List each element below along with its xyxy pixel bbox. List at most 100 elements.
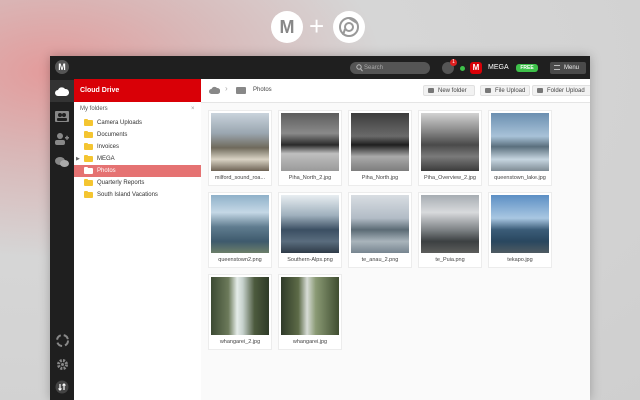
folder-label: Photos [97, 168, 116, 174]
cloud-icon[interactable] [50, 80, 74, 102]
folder-icon [84, 119, 93, 126]
new-folder-label: New folder [438, 88, 467, 94]
breadcrumb-current[interactable]: Photos [253, 79, 272, 102]
file-name: Piha_North.jpg [361, 175, 399, 181]
plan-badge[interactable]: FREE [516, 64, 538, 72]
folder-icon [84, 155, 93, 162]
sidebar-folder-item[interactable]: Quarterly Reports [74, 177, 201, 189]
file-name: Piha_North_2.jpg [288, 175, 332, 181]
search-placeholder: Search [364, 65, 384, 71]
mega-rail-logo[interactable]: M [55, 60, 69, 74]
file-browser: › Photos New folder File Upload Folder U… [201, 79, 590, 400]
new-folder-button[interactable]: New folder [423, 85, 475, 96]
file-tile[interactable]: queenstown2.png [208, 192, 272, 268]
account-avatar[interactable]: M [470, 62, 482, 74]
folder-icon [236, 87, 246, 94]
file-tile[interactable]: milford_sound_roa... [208, 110, 272, 186]
folder-sidebar: Cloud Drive My folders × Camera Uploads D… [74, 79, 202, 400]
close-icon[interactable]: × [191, 106, 195, 112]
folder-icon [84, 131, 93, 138]
settings-icon[interactable] [50, 353, 74, 375]
file-name: whangarei_2.jpg [219, 339, 261, 345]
folder-icon [84, 143, 93, 150]
sidebar-folder-item[interactable]: Documents [74, 129, 201, 141]
file-name: te_anau_2.png [361, 257, 399, 263]
folder-tree: Camera Uploads Documents Invoices ▶ MEGA Phot… [74, 117, 201, 201]
cloud-drive-header[interactable]: Cloud Drive [74, 79, 201, 102]
file-tile[interactable]: te_Puia.png [418, 192, 482, 268]
sidebar-folder-item[interactable]: Invoices [74, 141, 201, 153]
sidebar-folder-item[interactable]: Photos [74, 165, 201, 177]
file-tile[interactable]: te_anau_2.png [348, 192, 412, 268]
folder-label: Quarterly Reports [97, 180, 145, 186]
sidebar-folder-item[interactable]: South Island Vacations [74, 189, 201, 201]
sidebar-folder-item[interactable]: Camera Uploads [74, 117, 201, 129]
app-window: Search 1 M MEGA FREE Menu M Cloud Drive … [50, 56, 590, 400]
contacts-icon[interactable] [50, 105, 74, 127]
upload-icon [485, 88, 491, 93]
photo-thumbnail [281, 277, 339, 335]
top-bar: Search 1 M MEGA FREE Menu [50, 56, 590, 79]
photo-thumbnail [421, 113, 479, 171]
photo-thumbnail [211, 113, 269, 171]
breadcrumb-separator: › [225, 84, 228, 93]
shared-icon[interactable] [50, 128, 74, 150]
sidebar-folder-item[interactable]: ▶ MEGA [74, 153, 201, 165]
file-tile[interactable]: tekapo.jpg [488, 192, 552, 268]
chat-icon[interactable] [50, 151, 74, 173]
cloud-drive-icon[interactable] [209, 86, 220, 94]
new-folder-icon [428, 88, 434, 93]
search-input[interactable]: Search [350, 62, 430, 74]
file-name: whangarei.jpg [292, 339, 328, 345]
photo-thumbnail [491, 195, 549, 253]
file-upload-label: File Upload [495, 88, 526, 94]
notification-badge: 1 [450, 59, 457, 66]
file-name: tekapo.jpg [507, 257, 533, 263]
hamburger-icon [554, 65, 560, 70]
transfers-icon[interactable] [50, 376, 74, 398]
folder-icon [84, 191, 93, 198]
folder-upload-icon [537, 88, 543, 93]
plus-sign: + [309, 11, 325, 41]
file-name: milford_sound_roa... [214, 175, 266, 181]
photo-thumbnail [281, 195, 339, 253]
folder-label: MEGA [97, 156, 115, 162]
chrome-logo [333, 11, 365, 43]
file-name: Piha_Overview_2.jpg [424, 175, 476, 181]
folder-label: Invoices [97, 144, 120, 150]
folder-icon [84, 179, 93, 186]
folder-label: Camera Uploads [97, 120, 143, 126]
hero-banner: M + [0, 0, 640, 55]
search-icon [356, 64, 363, 72]
file-tile[interactable]: queenstown_lake.jpg [488, 110, 552, 186]
rubbish-bin-icon[interactable] [50, 329, 74, 351]
photo-thumbnail [491, 113, 549, 171]
file-tile[interactable]: Piha_North.jpg [348, 110, 412, 186]
file-tile[interactable]: whangarei_2.jpg [208, 274, 272, 350]
file-upload-button[interactable]: File Upload [480, 85, 530, 96]
file-tile[interactable]: Piha_North_2.jpg [278, 110, 342, 186]
folder-upload-label: Folder Upload [547, 88, 585, 94]
photo-thumbnail [211, 195, 269, 253]
account-name[interactable]: MEGA [488, 62, 509, 74]
menu-button[interactable]: Menu [550, 62, 586, 74]
expand-arrow-icon[interactable]: ▶ [74, 156, 84, 162]
file-name: te_Puia.png [435, 257, 465, 263]
mega-logo: M [271, 11, 303, 43]
my-folders-label: My folders [80, 106, 108, 112]
photo-thumbnail [421, 195, 479, 253]
folder-icon [84, 167, 93, 174]
folder-label: Documents [97, 132, 128, 138]
file-name: queenstown_lake.jpg [494, 175, 546, 181]
online-status-dot [460, 66, 465, 71]
file-tile[interactable]: Piha_Overview_2.jpg [418, 110, 482, 186]
file-tile[interactable]: whangarei.jpg [278, 274, 342, 350]
folder-upload-button[interactable]: Folder Upload [532, 85, 590, 96]
file-name: Southern-Alps.png [287, 257, 333, 263]
photo-thumbnail [211, 277, 269, 335]
icon-rail: M [50, 56, 74, 400]
photo-thumbnail [351, 195, 409, 253]
photo-thumbnail [351, 113, 409, 171]
file-name: queenstown2.png [218, 257, 262, 263]
file-tile[interactable]: Southern-Alps.png [278, 192, 342, 268]
